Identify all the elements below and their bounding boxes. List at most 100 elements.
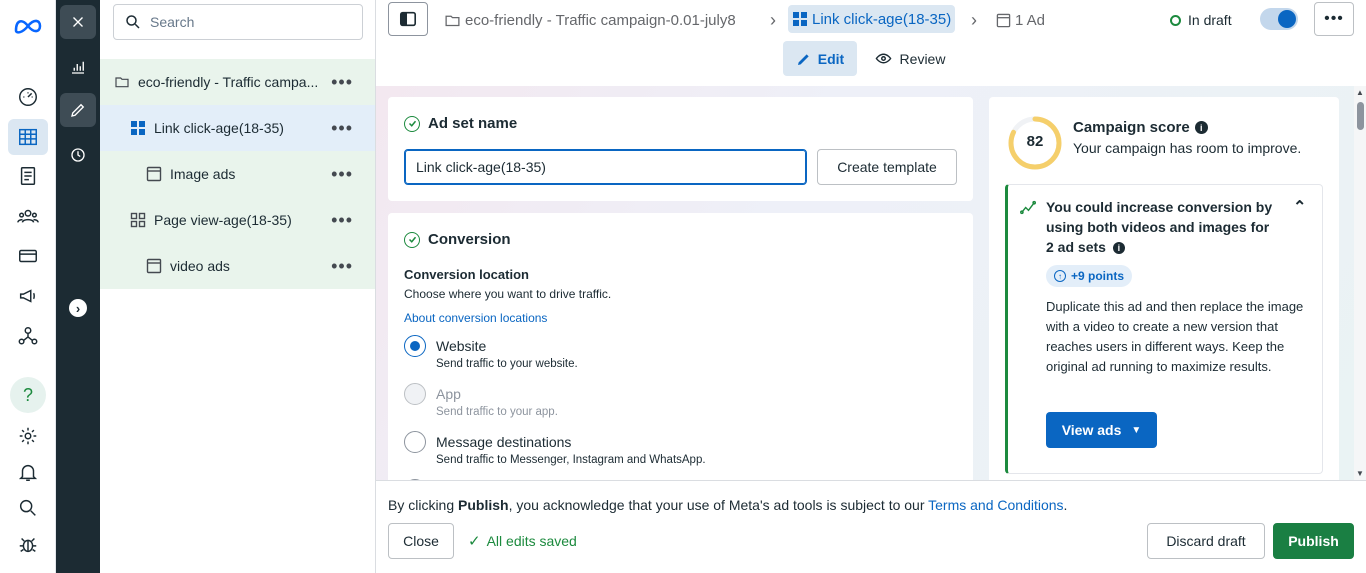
notice-end: .	[1063, 497, 1068, 513]
more-options-icon[interactable]: •••	[331, 164, 353, 185]
more-options-icon[interactable]: •••	[331, 72, 353, 93]
tree-item-ad-image[interactable]: Image ads •••	[100, 151, 375, 197]
terms-link[interactable]: Terms and Conditions	[928, 497, 1063, 513]
billing-card-icon[interactable]	[8, 238, 48, 274]
adset-icon	[130, 120, 146, 136]
editor-content: Ad set name Link click-age(18-35) Create…	[376, 86, 1354, 480]
tab-edit-label: Edit	[817, 50, 845, 67]
view-ads-label: View ads	[1061, 422, 1122, 438]
draft-toggle[interactable]	[1260, 8, 1298, 30]
notice-bold: Publish	[458, 497, 509, 513]
conversion-location-label: Conversion location	[404, 267, 529, 282]
conversion-card: Conversion Conversion location Choose wh…	[388, 213, 973, 480]
performance-chart-icon[interactable]	[60, 50, 96, 84]
history-clock-icon[interactable]	[60, 138, 96, 172]
more-options-icon[interactable]: •••	[331, 210, 353, 231]
adset-name-input[interactable]: Link click-age(18-35)	[404, 149, 807, 185]
eye-icon	[875, 53, 891, 64]
radio-message-destinations[interactable]	[404, 431, 426, 453]
edit-pencil-icon[interactable]	[60, 93, 96, 127]
option-app-label: App	[436, 386, 461, 402]
scroll-up-icon: ▲	[1356, 88, 1364, 97]
editor-top-bar: eco-friendly - Traffic campaign-0.01-jul…	[376, 0, 1366, 86]
more-actions-button[interactable]: •••	[1314, 2, 1354, 36]
radio-app[interactable]	[404, 383, 426, 405]
search-icon[interactable]	[8, 490, 48, 526]
folder-icon	[114, 74, 130, 90]
tab-review[interactable]: Review	[870, 41, 950, 76]
tree-search-input[interactable]: Search	[113, 4, 363, 40]
radio-website[interactable]	[404, 335, 426, 357]
discard-draft-button[interactable]: Discard draft	[1147, 523, 1265, 559]
publish-notice: By clicking Publish, you acknowledge tha…	[388, 497, 1067, 513]
megaphone-icon[interactable]	[8, 278, 48, 314]
pages-icon[interactable]	[8, 158, 48, 194]
recommendation-body: Duplicate this ad and then replace the i…	[1046, 299, 1304, 374]
status-badge: In draft	[1170, 7, 1232, 33]
info-icon[interactable]: i	[1194, 121, 1208, 134]
sidebar-toggle-icon	[399, 11, 417, 27]
recommendation-title: You could increase conversion by using b…	[1046, 197, 1276, 257]
breadcrumb-ad[interactable]: 1 Ad	[996, 7, 1045, 33]
editor-tool-rail: ›	[56, 0, 100, 573]
breadcrumb-adset-label: Link click-age(18-35)	[812, 10, 952, 28]
settings-gear-icon[interactable]	[8, 418, 48, 454]
check-circle-icon	[404, 231, 420, 248]
scroll-down-icon: ▼	[1356, 469, 1364, 478]
breadcrumb-separator-icon: ›	[770, 9, 776, 30]
view-ads-button[interactable]: View ads ▼	[1046, 412, 1157, 448]
tree-item-ad-video[interactable]: video ads •••	[100, 243, 375, 289]
ads-manager-table-icon[interactable]	[8, 119, 48, 155]
trend-icon	[1020, 200, 1037, 215]
status-dot-icon	[1170, 14, 1181, 26]
score-gauge: 82	[1007, 115, 1063, 171]
arrow-up-icon: ↑	[1054, 270, 1066, 282]
breadcrumb-campaign[interactable]: eco-friendly - Traffic campaign-0.01-jul…	[444, 7, 736, 33]
adset-name-value: Link click-age(18-35)	[416, 159, 546, 175]
discard-label: Discard draft	[1166, 533, 1246, 549]
save-status: ✓ All edits saved	[468, 532, 577, 550]
tab-review-label: Review	[899, 50, 946, 67]
editor-footer: By clicking Publish, you acknowledge tha…	[376, 480, 1366, 573]
create-template-button[interactable]: Create template	[817, 149, 957, 185]
score-value: 82	[1026, 133, 1044, 150]
content-scrollbar[interactable]: ▲ ▼	[1354, 86, 1366, 480]
expand-chevron-icon[interactable]: ›	[60, 291, 96, 325]
meta-logo-icon[interactable]	[8, 8, 48, 44]
help-icon[interactable]: ?	[10, 377, 46, 413]
search-placeholder: Search	[150, 14, 195, 30]
score-title: Campaign score	[1073, 119, 1190, 136]
score-subtitle: Your campaign has room to improve.	[1073, 140, 1302, 156]
tree-item-adset-page-view[interactable]: Page view-age(18-35) •••	[100, 197, 375, 243]
more-options-icon[interactable]: •••	[331, 256, 353, 277]
info-icon[interactable]: i	[1112, 242, 1125, 254]
close-editor-icon[interactable]	[60, 5, 96, 39]
dropdown-caret-icon: ▼	[1131, 424, 1142, 436]
option-app-desc: Send traffic to your app.	[436, 406, 558, 418]
ad-icon	[146, 166, 162, 182]
conversion-title: Conversion	[428, 231, 511, 248]
tree-item-adset-link-click[interactable]: Link click-age(18-35) •••	[100, 105, 375, 151]
close-button[interactable]: Close	[388, 523, 454, 559]
adset-icon	[793, 12, 807, 26]
tab-edit[interactable]: Edit	[783, 41, 857, 76]
about-conversion-link[interactable]: About conversion locations	[404, 311, 547, 325]
tree-item-label: Page view-age(18-35)	[154, 212, 292, 228]
adset-name-card: Ad set name Link click-age(18-35) Create…	[388, 97, 973, 201]
collapse-chevron-icon[interactable]: ⌃	[1293, 197, 1306, 217]
publish-button[interactable]: Publish	[1273, 523, 1354, 559]
conversion-header: Conversion	[404, 231, 511, 248]
ad-icon	[996, 13, 1011, 27]
business-network-icon[interactable]	[8, 318, 48, 354]
breadcrumb-adset[interactable]: Link click-age(18-35)	[788, 5, 956, 33]
toggle-panel-button[interactable]	[388, 2, 428, 36]
tree-item-campaign[interactable]: eco-friendly - Traffic campa... •••	[100, 59, 375, 105]
bug-report-icon[interactable]	[8, 526, 48, 562]
more-options-icon[interactable]: •••	[331, 118, 353, 139]
notifications-bell-icon[interactable]	[8, 454, 48, 490]
check-icon: ✓	[468, 533, 481, 550]
audiences-icon[interactable]	[8, 198, 48, 234]
publish-label: Publish	[1288, 533, 1339, 549]
recommendation-panel: You could increase conversion by using b…	[1005, 184, 1323, 474]
dashboard-gauge-icon[interactable]	[8, 79, 48, 115]
